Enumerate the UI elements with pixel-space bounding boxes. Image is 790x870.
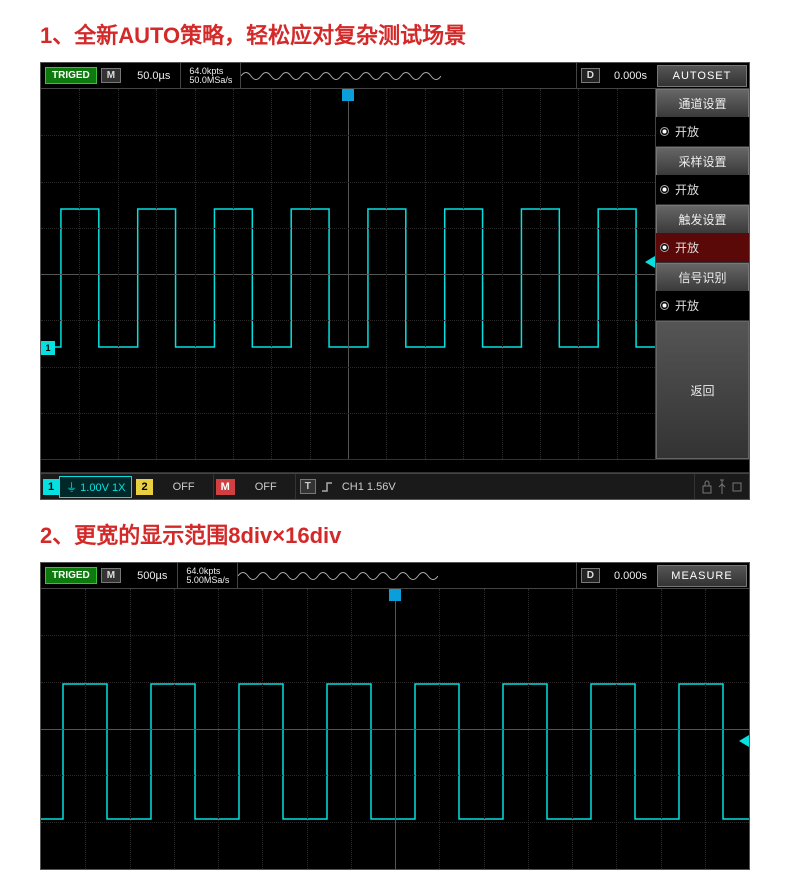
section2-heading: 2、更宽的显示范围8div×16div [0,500,790,562]
acquisition-info: 64.0kpts 50.0MSa/s [181,63,241,88]
sample-rate: 5.00MSa/s [186,576,229,585]
menu-option-label: 开放 [675,297,699,314]
math-state: OFF [237,474,296,499]
topbar: TRIGED M 50.0µs 64.0kpts 50.0MSa/s D 0.0… [41,63,749,89]
delay-badge: D [581,68,600,83]
radio-icon [660,243,669,252]
radio-icon [660,301,669,310]
usb-icon [717,479,727,495]
mode-badge: M [101,568,121,583]
math-label: M [216,479,235,495]
autoset-button[interactable]: AUTOSET [657,65,747,87]
ch1-number: 1 [43,479,59,495]
waveform-plot[interactable]: 1 [41,89,655,459]
side-menu: 通道设置 开放 采样设置 开放 触发设置 开放 信号识别 开放 返回 [655,89,749,459]
timebase-value: 50.0µs [127,63,181,88]
trigger-chip[interactable]: T [300,479,316,494]
scope-main [41,589,749,869]
oscilloscope-1: TRIGED M 50.0µs 64.0kpts 50.0MSa/s D 0.0… [40,62,750,500]
menu-channel-setup[interactable]: 通道设置 开放 [656,89,749,147]
measure-button[interactable]: MEASURE [657,565,747,587]
math-chip[interactable]: M [216,479,235,495]
bottom-status-bar: 1 ⏚ 1.00V 1X 2 OFF M OFF T CH1 1.56V [41,473,749,499]
menu-sample-setup[interactable]: 采样设置 开放 [656,147,749,205]
delay-value: 0.000s [604,63,657,88]
topbar: TRIGED M 500µs 64.0kpts 5.00MSa/s D 0.00… [41,563,749,589]
trigger-position-marker[interactable] [342,89,354,101]
trigger-position-marker[interactable] [389,589,401,601]
scope-main: 1 通道设置 开放 采样设置 开放 触发设置 开放 信号识别 开放 [41,89,749,459]
trigger-source-level: CH1 1.56V [334,481,694,493]
menu-option-label: 开放 [675,181,699,198]
ch2-state: OFF [155,474,214,499]
rising-edge-icon [320,480,334,494]
menu-header: 采样设置 [656,147,749,175]
menu-return-button[interactable]: 返回 [656,321,749,459]
delay-value: 0.000s [604,563,657,588]
network-icon [731,479,743,495]
mode-badge: M [101,68,121,83]
overview-wave-icon [241,63,576,88]
overview-wave-icon [238,563,576,588]
oscilloscope-2: TRIGED M 500µs 64.0kpts 5.00MSa/s D 0.00… [40,562,750,870]
trigger-level-arrow[interactable] [739,735,749,747]
ch1-scale: ⏚ 1.00V 1X [59,476,132,498]
trigger-status-badge: TRIGED [45,567,97,584]
ch1-chip[interactable]: 1 ⏚ 1.00V 1X [43,476,132,498]
acquisition-info: 64.0kpts 5.00MSa/s [178,563,238,588]
radio-icon [660,185,669,194]
menu-option-label: 开放 [675,123,699,140]
section1-heading: 1、全新AUTO策略，轻松应对复杂测试场景 [0,0,790,62]
menu-signal-detect[interactable]: 信号识别 开放 [656,263,749,321]
menu-trigger-setup[interactable]: 触发设置 开放 [656,205,749,263]
radio-icon [660,127,669,136]
sample-rate: 50.0MSa/s [189,76,232,85]
timebase-value: 500µs [127,563,178,588]
menu-header: 信号识别 [656,263,749,291]
menu-header: 触发设置 [656,205,749,233]
lock-icon [701,479,713,495]
time-ruler [41,459,749,473]
ch2-chip[interactable]: 2 [136,479,152,495]
menu-option-label: 开放 [675,239,699,256]
connectivity-icons [694,474,749,499]
trigger-level-arrow[interactable] [645,256,655,268]
waveform-plot[interactable] [41,589,749,869]
menu-header: 通道设置 [656,89,749,117]
ch1-baseline-marker[interactable]: 1 [41,341,55,355]
ch2-number: 2 [136,479,152,495]
trigger-status-badge: TRIGED [45,67,97,84]
delay-badge: D [581,568,600,583]
